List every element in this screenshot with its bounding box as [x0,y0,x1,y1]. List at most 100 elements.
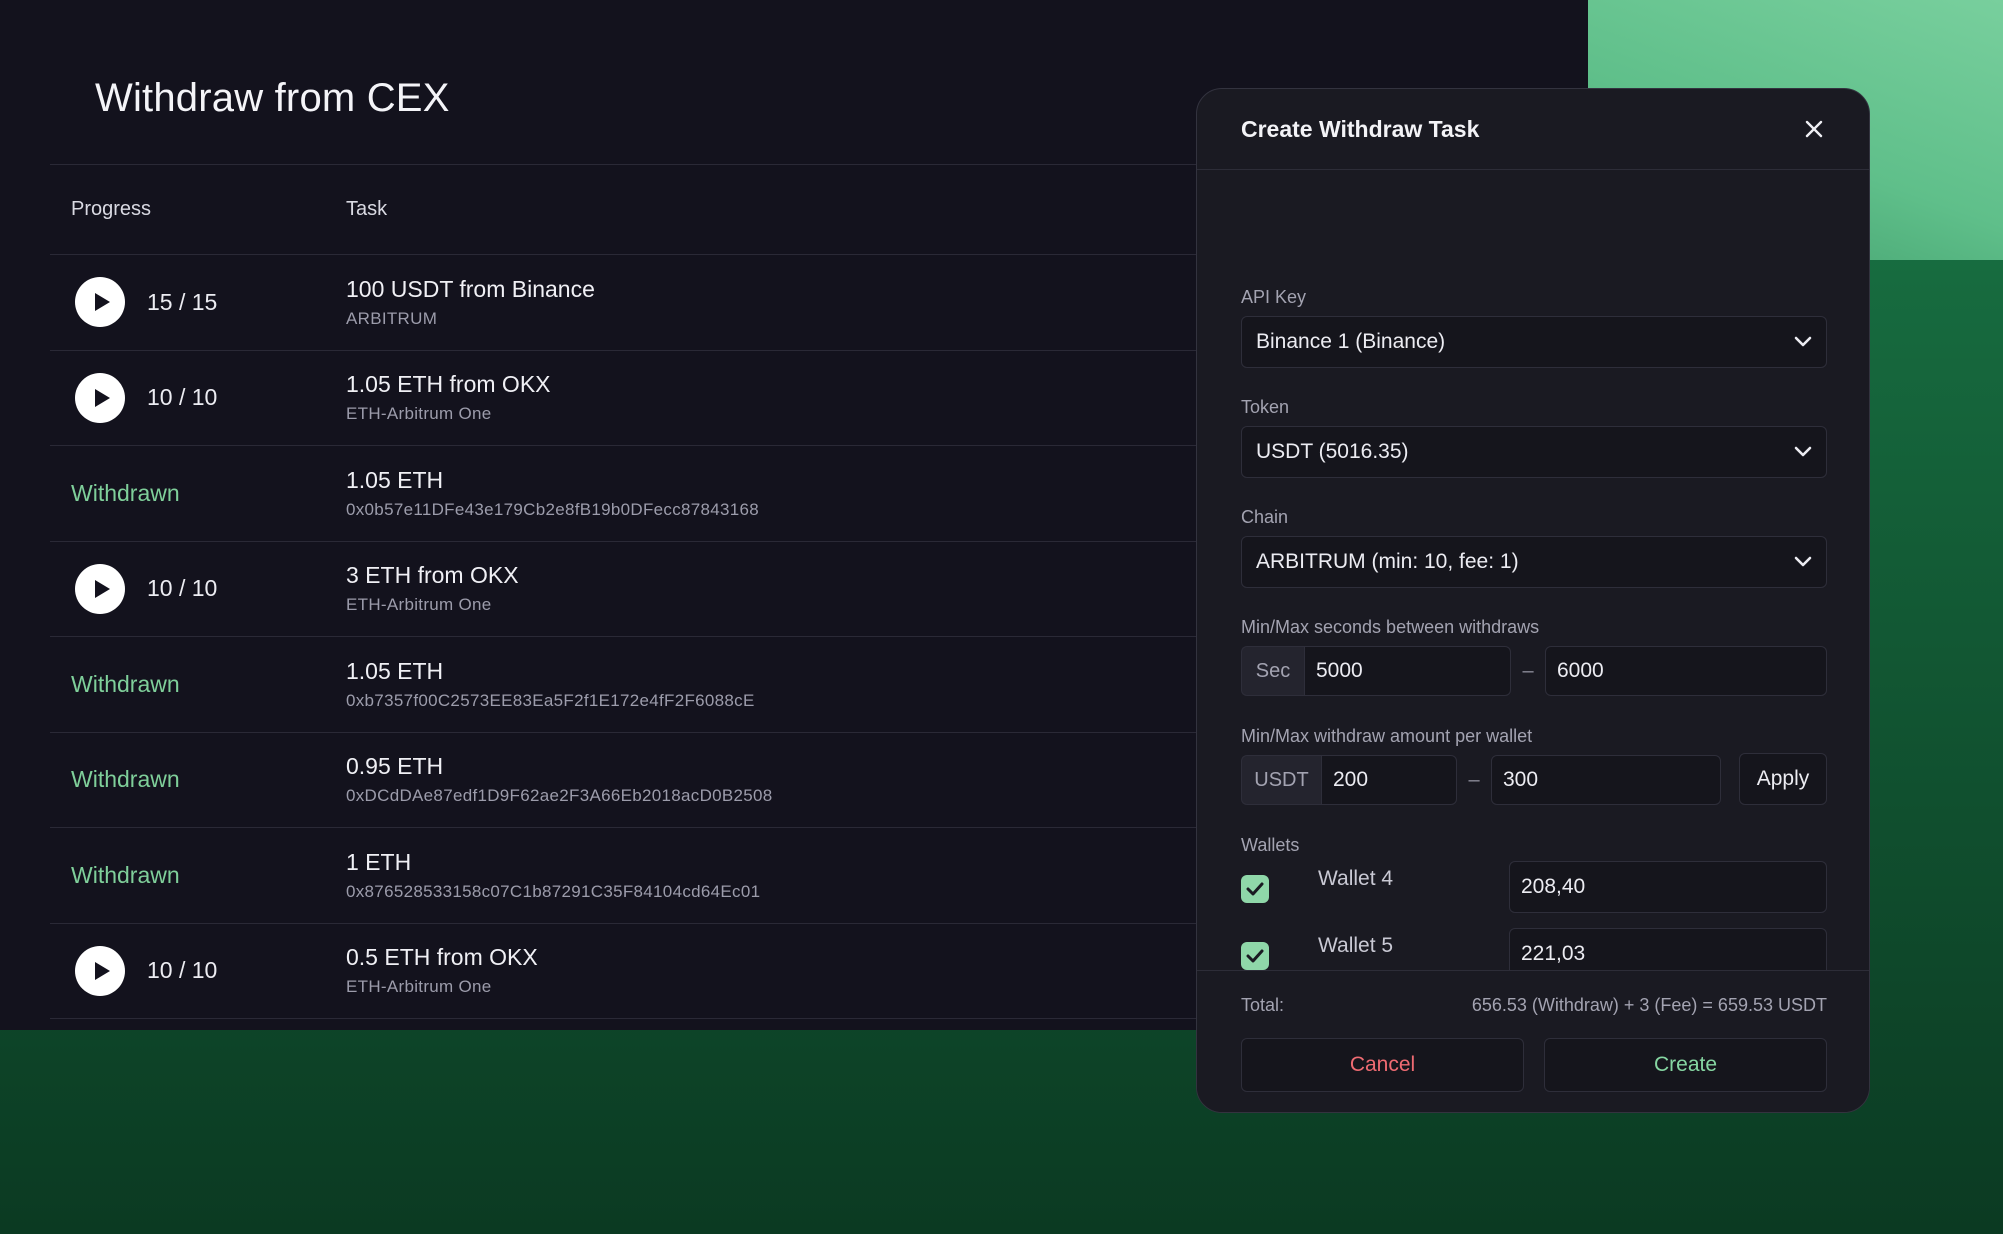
page-title: Withdraw from CEX [95,76,450,120]
table-row: 15 / 15 100 USDT from Binance ARBITRUM [50,255,1250,351]
token-select[interactable]: USDT (5016.35) [1241,426,1827,478]
task-title: 1.05 ETH [346,466,444,493]
task-cell: 3 ETH from OKX ETH-Arbitrum One [346,562,1250,615]
wallet-amount-input[interactable]: 208,40 [1509,861,1827,913]
total-value: 656.53 (Withdraw) + 3 (Fee) = 659.53 USD… [1471,995,1827,1015]
table-row: 10 / 10 3 ETH from OKX ETH-Arbitrum One [50,542,1250,637]
status-withdrawn: Withdrawn [71,766,180,793]
seconds-addon: Sec [1241,646,1304,696]
task-subtitle: 0xDCdDAe87edf1D9F62ae2F3A66Eb2018acD0B25… [346,786,773,806]
modal-header: Create Withdraw Task [1197,89,1869,170]
task-subtitle: 0xb7357f00C2573EE83Ea5F2f1E172e4fF2F6088… [346,690,755,710]
progress-cell: Withdrawn [50,480,346,507]
chain-select[interactable]: ARBITRUM (min: 10, fee: 1) [1241,536,1827,588]
wallet-checkbox[interactable] [1241,875,1269,903]
table-row: 10 / 10 0.5 ETH from OKX ETH-Arbitrum One [50,924,1250,1019]
task-subtitle: ARBITRUM [346,308,438,328]
task-cell: 1.05 ETH 0xb7357f00C2573EE83Ea5F2f1E172e4… [346,658,1250,711]
create-withdraw-task-modal: Create Withdraw Task API Key Binance 1 (… [1196,88,1870,1113]
task-title: 0.5 ETH from OKX [346,944,538,971]
amount-max-input[interactable]: 300 [1491,755,1721,805]
seconds-separator: – [1522,659,1534,682]
play-icon [95,961,110,980]
modal-title: Create Withdraw Task [1241,115,1480,142]
status-withdrawn: Withdrawn [71,861,180,888]
status-withdrawn: Withdrawn [71,479,180,506]
table-row: 10 / 10 1.05 ETH from OKX ETH-Arbitrum One [50,351,1250,446]
progress-count: 10 / 10 [147,957,218,984]
task-cell: 100 USDT from Binance ARBITRUM [346,276,1250,329]
amount-addon: USDT [1241,755,1321,805]
apply-button[interactable]: Apply [1739,753,1827,805]
progress-cell: Withdrawn [50,862,346,889]
progress-cell: 10 / 10 [50,945,346,996]
table-row: Withdrawn 1 ETH 0x876528533158c07C1b87291C… [50,828,1250,924]
amount-min-input[interactable]: 200 [1321,755,1457,805]
task-title: 1.05 ETH from OKX [346,371,551,398]
progress-cell: 10 / 10 [50,563,346,614]
table-body: 15 / 15 100 USDT from Binance ARBITRUM 10 /… [50,255,1250,1019]
tasks-table: Progress Task 15 / 15 100 USDT from Binan… [50,164,1250,1019]
play-button[interactable] [75,563,125,614]
task-subtitle: ETH-Arbitrum One [346,404,492,424]
seconds-max-input[interactable]: 6000 [1545,646,1827,696]
column-header-progress: Progress [71,198,152,220]
task-subtitle: ETH-Arbitrum One [346,595,492,615]
modal-footer: Total: 656.53 (Withdraw) + 3 (Fee) = 659… [1197,970,1869,1112]
progress-count: 15 / 15 [147,288,218,315]
task-cell: 0.95 ETH 0xDCdDAe87edf1D9F62ae2F3A66Eb201… [346,753,1250,806]
wallets-label: Wallets [1241,835,1300,855]
task-title: 1 ETH [346,848,412,875]
cancel-button[interactable]: Cancel [1241,1038,1524,1092]
progress-cell: 15 / 15 [50,277,346,328]
play-button[interactable] [75,945,125,996]
wallet-row: Wallet 4 208,40 [1241,861,1827,913]
close-button[interactable] [1803,118,1825,140]
progress-cell: Withdrawn [50,671,346,698]
table-row: Withdrawn 1.05 ETH 0xb7357f00C2573EE83Ea5F… [50,637,1250,733]
progress-count: 10 / 10 [147,384,218,411]
progress-count: 10 / 10 [147,575,218,602]
task-subtitle: ETH-Arbitrum One [346,977,492,997]
token-value: USDT (5016.35) [1256,440,1409,463]
status-withdrawn: Withdrawn [71,670,180,697]
table-row: Withdrawn 0.95 ETH 0xDCdDAe87edf1D9F62ae2F… [50,733,1250,828]
chevron-down-icon [1794,446,1812,457]
close-icon [1805,120,1823,138]
play-icon [95,293,110,312]
api-key-value: Binance 1 (Binance) [1256,330,1446,353]
column-header-task: Task [346,198,388,220]
wallet-name: Wallet 4 [1318,867,1394,890]
task-cell: 0.5 ETH from OKX ETH-Arbitrum One [346,944,1250,997]
token-label: Token [1241,397,1290,417]
play-button[interactable] [75,372,125,423]
chevron-down-icon [1794,336,1812,347]
play-icon [95,388,110,407]
table-row: Withdrawn 1.05 ETH 0x0b57e11DFe43e179Cb2e8… [50,446,1250,542]
task-subtitle: 0x0b57e11DFe43e179Cb2e8fB19b0DFecc878431… [346,499,760,519]
seconds-range: Sec 5000 – 6000 [1241,646,1827,696]
chain-label: Chain [1241,507,1289,527]
seconds-label: Min/Max seconds between withdraws [1241,617,1540,637]
amount-range: USDT 200 – 300 [1241,755,1721,805]
task-subtitle: 0x876528533158c07C1b87291C35F84104cd64Ec… [346,881,761,901]
task-title: 0.95 ETH [346,753,444,780]
check-icon [1246,949,1264,963]
play-button[interactable] [75,277,125,328]
seconds-min-input[interactable]: 5000 [1304,646,1511,696]
chain-value: ARBITRUM (min: 10, fee: 1) [1256,550,1519,573]
api-key-select[interactable]: Binance 1 (Binance) [1241,316,1827,368]
task-cell: 1.05 ETH from OKX ETH-Arbitrum One [346,371,1250,424]
create-button[interactable]: Create [1544,1038,1827,1092]
amount-separator: – [1468,768,1480,791]
chevron-down-icon [1794,556,1812,567]
table-header: Progress Task [50,164,1250,255]
total-label: Total: [1241,995,1285,1015]
wallet-checkbox[interactable] [1241,942,1269,970]
amount-label: Min/Max withdraw amount per wallet [1241,726,1533,746]
api-key-label: API Key [1241,287,1307,307]
task-cell: 1 ETH 0x876528533158c07C1b87291C35F84104c… [346,849,1250,902]
task-title: 3 ETH from OKX [346,562,519,589]
check-icon [1246,882,1264,896]
task-cell: 1.05 ETH 0x0b57e11DFe43e179Cb2e8fB19b0DFe… [346,467,1250,520]
